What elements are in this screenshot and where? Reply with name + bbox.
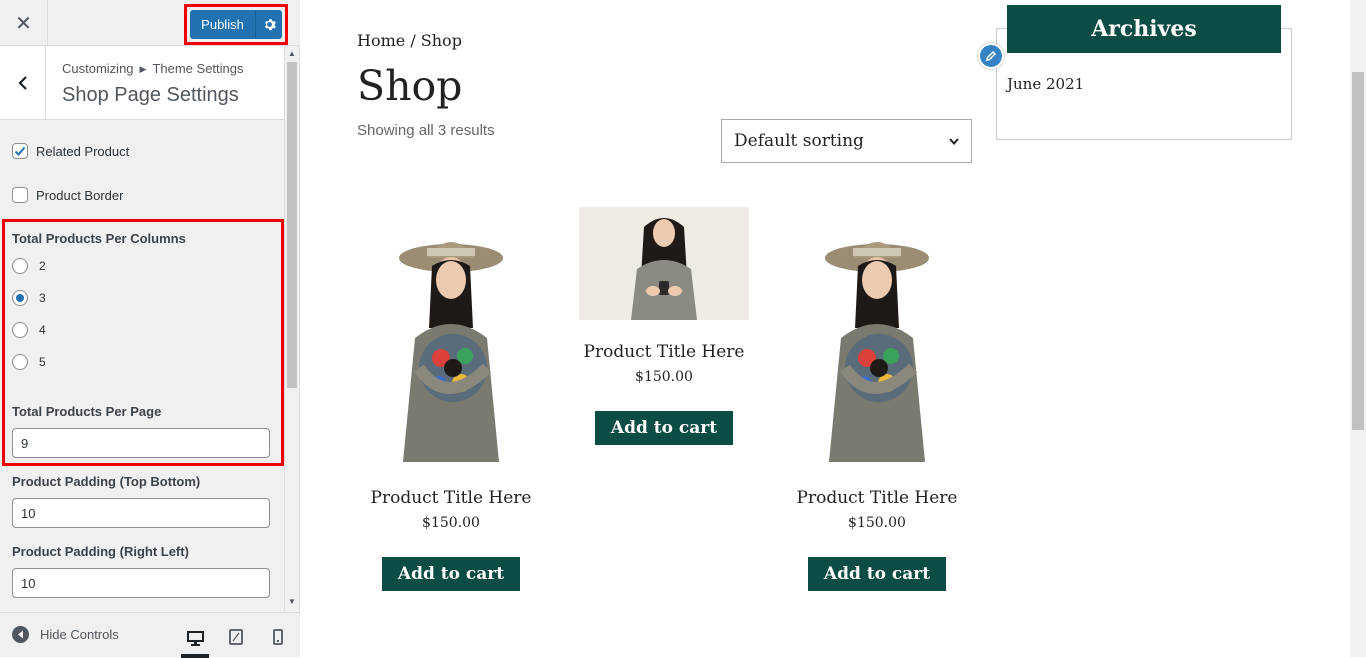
columns-option-2[interactable]: 2 xyxy=(12,258,46,274)
product-border-checkbox[interactable] xyxy=(12,187,28,203)
chevron-left-icon xyxy=(17,76,27,90)
back-button[interactable] xyxy=(0,46,46,120)
result-count: Showing all 3 results xyxy=(357,122,495,139)
product-card: Product Title Here $150.00 Add to cart xyxy=(357,218,545,591)
controls-panel: Related Product Product Border Total Pro… xyxy=(0,120,284,610)
publish-label: Publish xyxy=(201,17,244,32)
per-page-input[interactable]: 9 xyxy=(12,428,270,458)
radio-button-selected[interactable] xyxy=(12,290,28,306)
radio-label: 4 xyxy=(39,323,46,337)
radio-button[interactable] xyxy=(12,258,28,274)
section-header: Customizing ▶ Theme Settings Shop Page Set… xyxy=(0,46,284,120)
columns-option-5[interactable]: 5 xyxy=(12,354,46,370)
product-image[interactable] xyxy=(817,218,937,462)
site-preview: Home / Shop Shop Showing all 3 results D… xyxy=(300,0,1350,657)
section-title: Shop Page Settings xyxy=(62,84,239,106)
add-to-cart-button[interactable]: Add to cart xyxy=(807,557,947,591)
related-product-label: Related Product xyxy=(36,143,130,159)
product-border-control[interactable]: Product Border xyxy=(12,187,123,203)
product-image[interactable] xyxy=(391,218,511,462)
add-to-cart-button[interactable]: Add to cart xyxy=(594,411,734,445)
sorting-select[interactable]: Default sorting xyxy=(721,119,972,163)
sorting-value: Default sorting xyxy=(734,131,864,151)
related-product-control[interactable]: Related Product xyxy=(12,143,129,159)
padding-top-bottom-input[interactable]: 10 xyxy=(12,498,270,528)
close-icon: ✕ xyxy=(15,12,32,35)
customizer-header: ✕ Publish xyxy=(0,0,300,46)
preview-mobile-button[interactable] xyxy=(264,623,292,651)
breadcrumb-root: Customizing xyxy=(62,61,134,76)
customizer-sidebar: ✕ Publish Customizing ▶ Theme Settings Sho… xyxy=(0,0,300,658)
radio-label: 2 xyxy=(39,259,46,273)
padding-right-left-input[interactable]: 10 xyxy=(12,568,270,598)
preview-desktop-button[interactable] xyxy=(181,623,209,658)
columns-option-4[interactable]: 4 xyxy=(12,322,46,338)
radio-label: 3 xyxy=(39,291,46,305)
radio-button[interactable] xyxy=(12,322,28,338)
shop-breadcrumb[interactable]: Home / Shop xyxy=(357,31,462,50)
product-card: Product Title Here $150.00 Add to cart xyxy=(783,218,971,591)
related-product-checkbox[interactable] xyxy=(12,143,28,159)
mobile-icon xyxy=(273,629,283,645)
product-card: Product Title Here $150.00 Add to cart xyxy=(570,207,758,445)
chevron-down-icon xyxy=(949,137,959,145)
product-price: $150.00 xyxy=(635,369,693,385)
radio-button[interactable] xyxy=(12,354,28,370)
product-price: $150.00 xyxy=(422,515,480,531)
tablet-icon xyxy=(229,629,243,645)
product-border-label: Product Border xyxy=(36,187,124,203)
product-image[interactable] xyxy=(579,207,749,320)
product-title[interactable]: Product Title Here xyxy=(783,488,971,508)
gear-icon xyxy=(264,19,276,31)
page-title: Shop xyxy=(357,62,463,110)
product-price: $150.00 xyxy=(848,515,906,531)
scroll-down-icon[interactable]: ▼ xyxy=(288,597,296,606)
columns-label: Total Products Per Columns xyxy=(12,231,186,246)
edit-shortcut-button[interactable] xyxy=(978,43,1004,69)
controls-scrollbar[interactable]: ▲ ▼ xyxy=(284,46,299,611)
add-to-cart-button[interactable]: Add to cart xyxy=(381,557,521,591)
archive-link[interactable]: June 2021 xyxy=(1007,75,1084,93)
per-page-label: Total Products Per Page xyxy=(12,404,162,419)
publish-settings-button[interactable] xyxy=(255,10,282,39)
hide-controls-button[interactable]: Hide Controls xyxy=(12,626,119,643)
scroll-thumb[interactable] xyxy=(287,62,297,388)
scroll-up-icon[interactable]: ▲ xyxy=(288,49,296,58)
breadcrumb-separator-icon: ▶ xyxy=(139,64,147,74)
pencil-icon xyxy=(986,50,997,61)
product-title[interactable]: Product Title Here xyxy=(570,342,758,362)
customizer-footer: Hide Controls xyxy=(0,612,300,658)
publish-button[interactable]: Publish xyxy=(190,10,282,39)
padding-right-left-label: Product Padding (Right Left) xyxy=(12,544,189,559)
archives-title: Archives xyxy=(1007,5,1281,53)
padding-top-bottom-label: Product Padding (Top Bottom) xyxy=(12,474,201,489)
customizer-breadcrumb: Customizing ▶ Theme Settings xyxy=(62,61,244,76)
breadcrumb-parent: Theme Settings xyxy=(152,61,244,76)
hide-controls-label: Hide Controls xyxy=(40,627,119,642)
close-customizer-button[interactable]: ✕ xyxy=(0,0,48,46)
desktop-icon xyxy=(186,631,204,646)
collapse-icon xyxy=(12,626,29,643)
columns-option-3[interactable]: 3 xyxy=(12,290,46,306)
publish-highlight: Publish xyxy=(184,4,288,45)
preview-scroll-thumb[interactable] xyxy=(1352,72,1364,430)
radio-label: 5 xyxy=(39,355,46,369)
preview-tablet-button[interactable] xyxy=(222,623,250,651)
product-title[interactable]: Product Title Here xyxy=(357,488,545,508)
checkmark-icon xyxy=(14,146,26,156)
